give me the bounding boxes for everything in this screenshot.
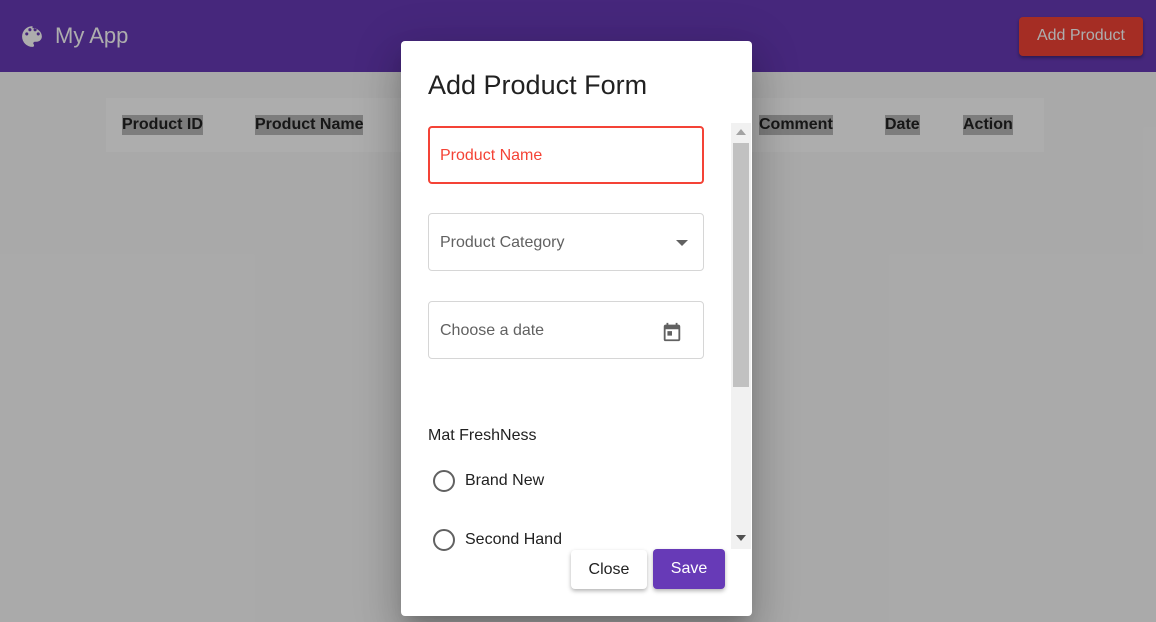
radio-brand-new-circle[interactable] [433, 470, 455, 492]
scroll-thumb[interactable] [733, 143, 749, 387]
dialog-title: Add Product Form [428, 70, 648, 100]
product-name-label: Product Name [440, 147, 543, 164]
add-product-dialog: Add Product Form Product Name Product Ca… [401, 41, 752, 616]
radio-second-hand-circle[interactable] [433, 529, 455, 551]
dialog-content: Product Name Product Category Choose a d… [428, 123, 750, 589]
product-name-field[interactable]: Product Name [428, 126, 704, 184]
radio-brand-new[interactable]: Brand New [433, 470, 544, 492]
radio-second-hand[interactable]: Second Hand [433, 529, 562, 551]
radio-brand-new-label[interactable]: Brand New [465, 472, 544, 490]
app-page: My App Add Product Product ID Product Na… [0, 0, 1156, 622]
scroll-up-arrow-icon[interactable] [736, 129, 746, 135]
dropdown-arrow-icon [676, 240, 688, 246]
calendar-icon[interactable] [661, 321, 683, 343]
radio-second-hand-label[interactable]: Second Hand [465, 531, 562, 549]
date-label: Choose a date [440, 322, 545, 339]
product-category-label: Product Category [440, 234, 565, 251]
date-field[interactable]: Choose a date [428, 301, 704, 359]
dialog-scrollbar[interactable] [731, 123, 751, 549]
product-category-select[interactable]: Product Category [428, 213, 704, 271]
scroll-down-arrow-icon[interactable] [736, 535, 746, 541]
save-button[interactable]: Save [653, 549, 725, 589]
close-button[interactable]: Close [571, 550, 647, 589]
freshness-label: Mat FreshNess [428, 427, 537, 444]
